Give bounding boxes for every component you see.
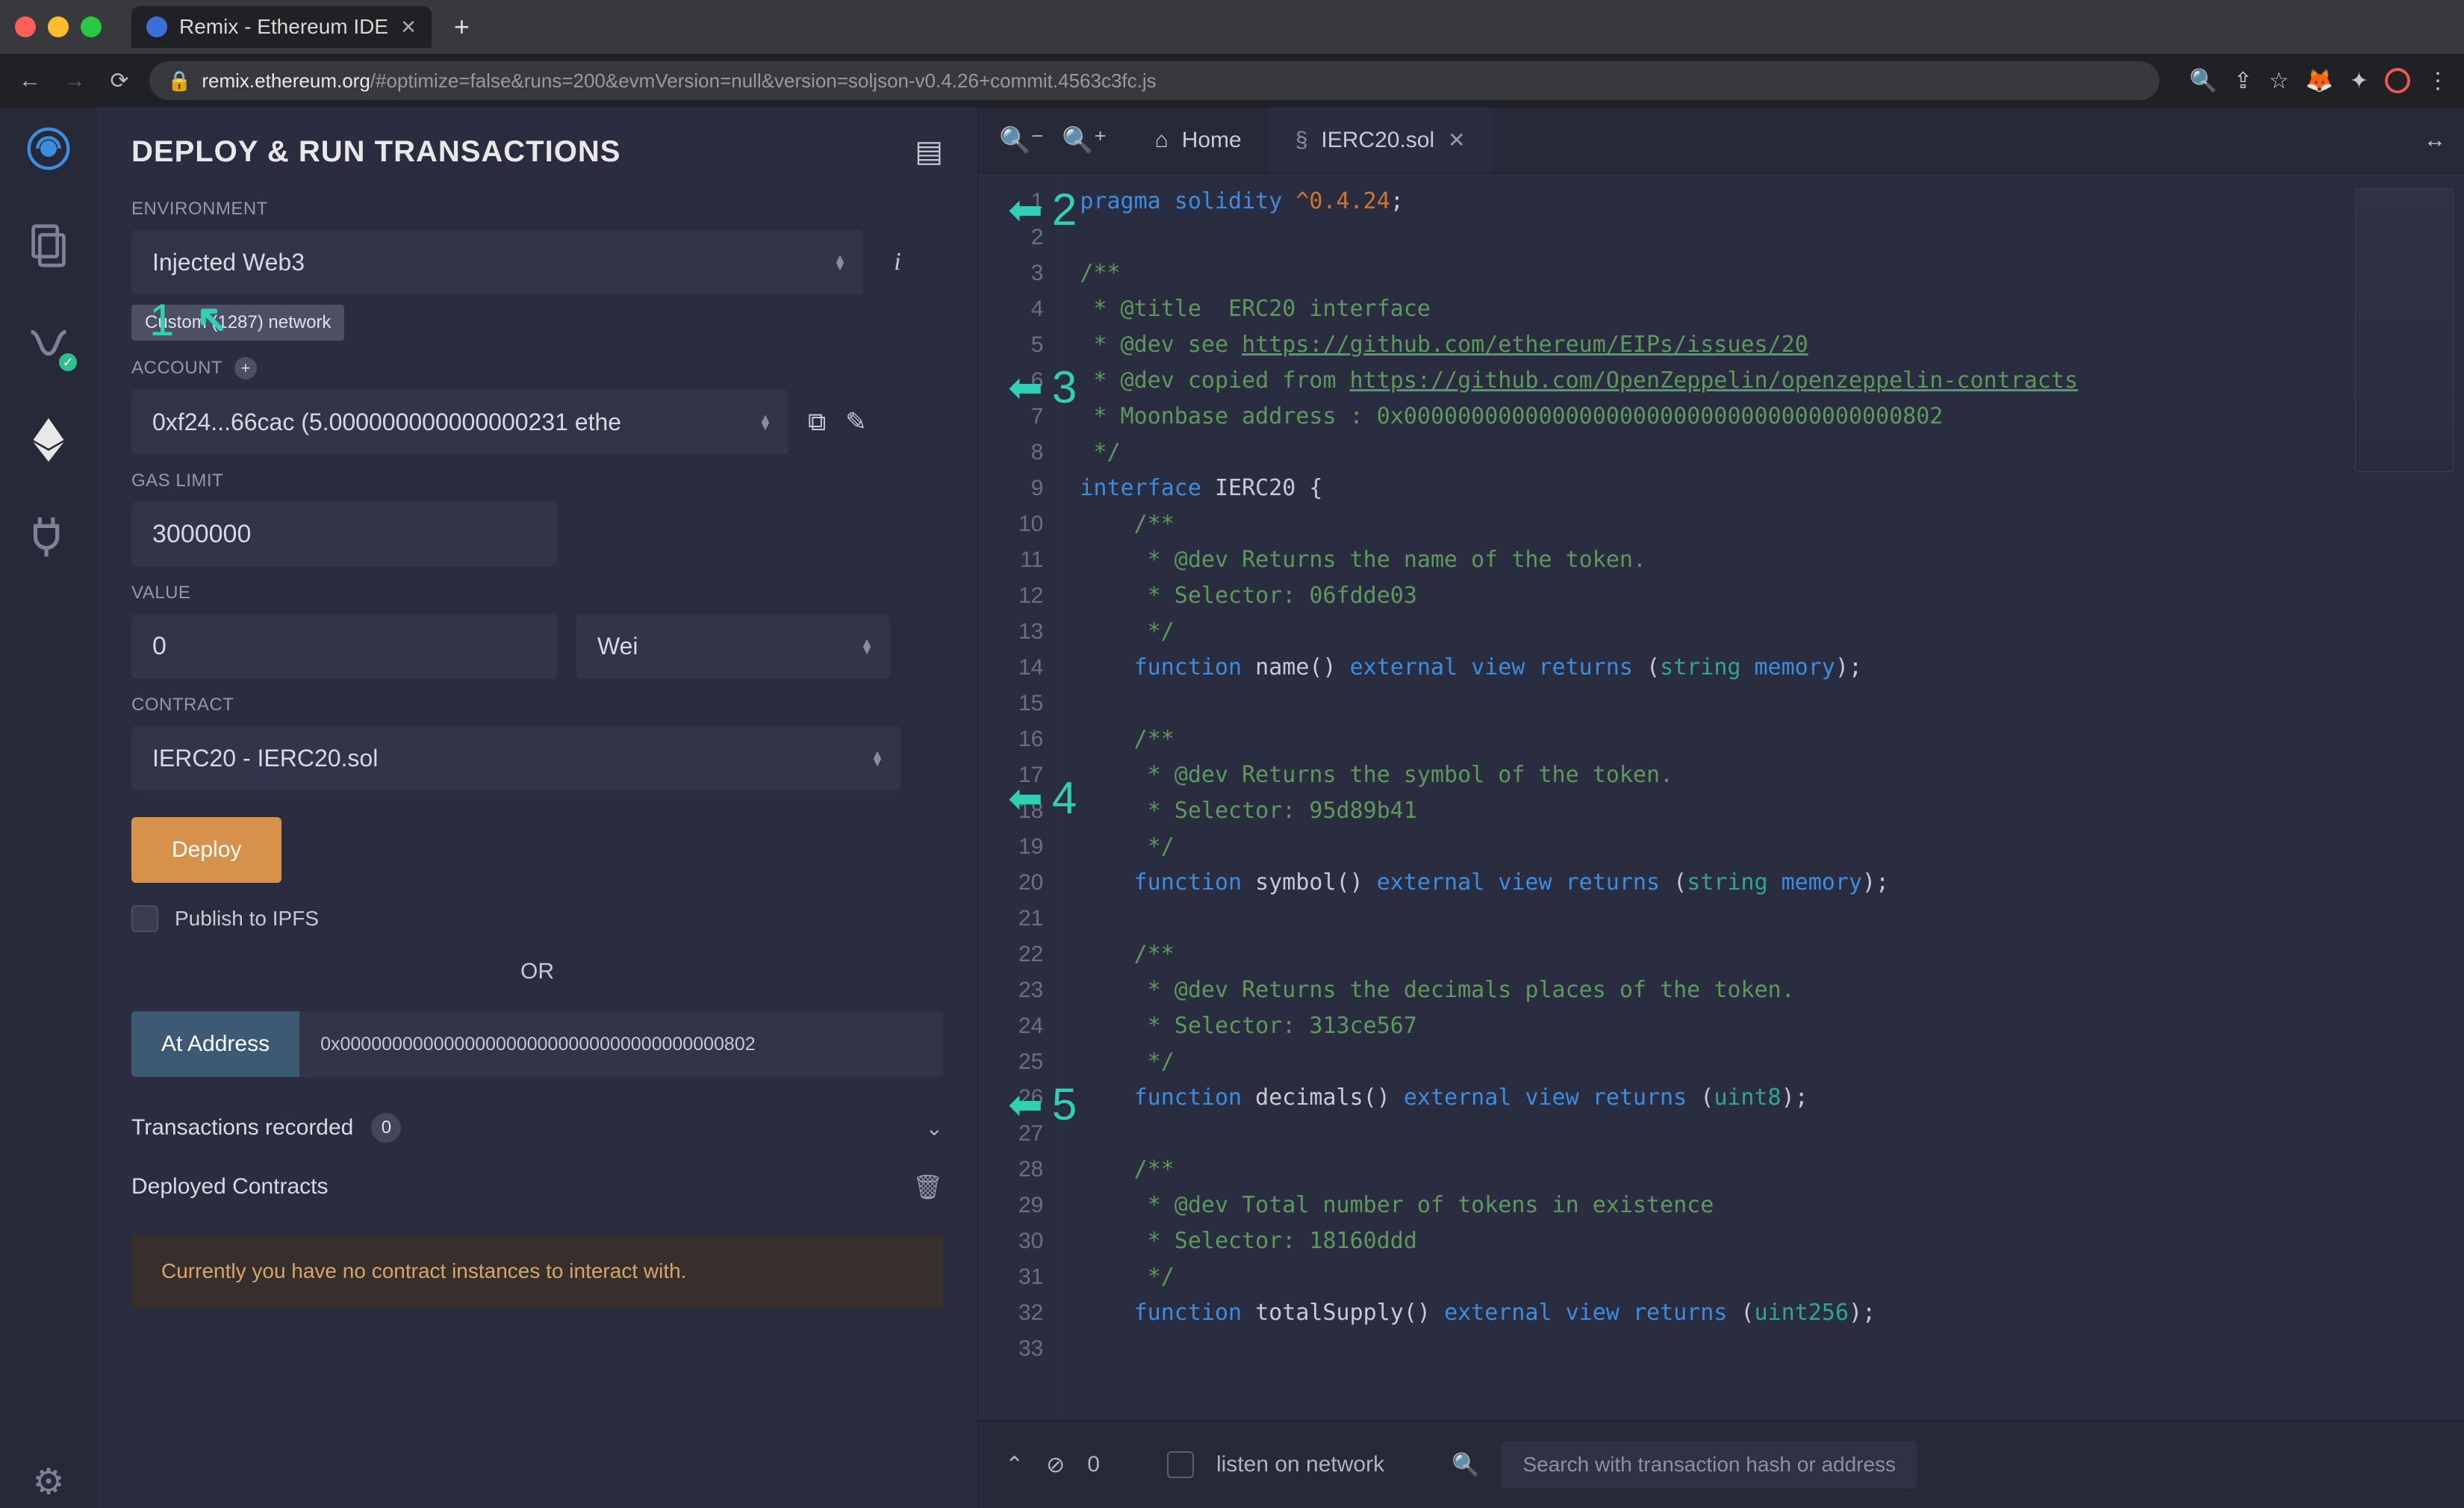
no-instances-notice: Currently you have no contract instances… — [131, 1234, 943, 1309]
close-window-icon[interactable] — [15, 16, 36, 37]
add-account-icon[interactable]: + — [234, 357, 257, 379]
copy-icon[interactable]: ⧉ — [808, 408, 826, 437]
network-badge: Custom (1287) network — [131, 305, 344, 341]
edit-icon[interactable]: ✎ — [845, 407, 867, 437]
compile-success-badge-icon: ✓ — [57, 351, 79, 373]
bookmark-icon[interactable]: ☆ — [2269, 68, 2289, 94]
window-controls — [15, 16, 102, 37]
account-label: ACCOUNT + — [131, 357, 943, 379]
or-divider: OR — [131, 959, 943, 984]
at-address-input[interactable]: 0x00000000000000000000000000000000000008… — [299, 1011, 943, 1077]
tab-title: Remix - Ethereum IDE — [179, 15, 388, 39]
profile-avatar-icon[interactable] — [2385, 68, 2410, 93]
deployed-contracts-label: Deployed Contracts — [131, 1174, 328, 1200]
gas-limit-input[interactable]: 3000000 — [131, 502, 557, 566]
expand-editor-icon[interactable]: ↔ — [2406, 128, 2464, 153]
value-unit-select[interactable]: Wei ▲▼ — [576, 614, 890, 678]
account-value: 0xf24...66cac (5.000000000000000231 ethe — [152, 409, 621, 436]
file-explorer-icon[interactable] — [22, 220, 75, 272]
zoom-out-icon[interactable]: 🔍⁻ — [999, 125, 1044, 155]
compiler-icon[interactable]: ✓ — [22, 317, 75, 369]
terminal-search[interactable]: Search with transaction hash or address — [1502, 1441, 1917, 1489]
browser-toolbar: ← → ⟳ 🔒 remix.ethereum.org /#optimize=fa… — [0, 54, 2464, 108]
extension-metamask-icon[interactable]: 🦊 — [2306, 68, 2333, 94]
favicon-icon — [146, 16, 167, 37]
zoom-in-icon[interactable]: 🔍⁺ — [1062, 125, 1107, 155]
minimize-window-icon[interactable] — [48, 16, 69, 37]
contract-label: CONTRACT — [131, 695, 943, 716]
chevron-down-icon[interactable]: ⌄ — [926, 1116, 943, 1141]
browser-tab-remix[interactable]: Remix - Ethereum IDE ✕ — [131, 6, 432, 48]
url-path: /#optimize=false&runs=200&evmVersion=nul… — [370, 69, 1157, 93]
install-icon[interactable]: ⇪ — [2233, 68, 2252, 94]
listen-label: listen on network — [1216, 1452, 1384, 1477]
environment-value: Injected Web3 — [152, 249, 305, 276]
tab-home[interactable]: ⌂ Home — [1128, 108, 1269, 173]
chevron-updown-icon: ▲▼ — [759, 415, 772, 429]
extensions-icon[interactable]: ✦ — [2350, 68, 2368, 94]
zoom-icon[interactable]: 🔍 — [2189, 68, 2217, 94]
trash-icon[interactable]: 🗑 — [912, 1173, 943, 1201]
account-select[interactable]: 0xf24...66cac (5.000000000000000231 ethe… — [131, 390, 788, 454]
code-editor[interactable]: pragma solidity ^0.4.24; /** * @title ER… — [1059, 173, 2345, 1420]
minimap[interactable] — [2345, 173, 2464, 1420]
forward-icon[interactable]: → — [60, 68, 90, 93]
tx-recorded-label: Transactions recorded — [131, 1115, 353, 1141]
chevron-updown-icon: ▲▼ — [860, 639, 874, 654]
info-icon[interactable]: i — [883, 248, 912, 276]
publish-ipfs-label: Publish to IPFS — [175, 907, 319, 931]
close-tab-icon[interactable]: ✕ — [400, 16, 417, 39]
chevron-updown-icon: ▲▼ — [833, 255, 847, 270]
deploy-run-icon[interactable] — [22, 414, 75, 466]
remix-logo-icon[interactable] — [22, 122, 75, 175]
contract-select[interactable]: IERC20 - IERC20.sol ▲▼ — [131, 726, 900, 790]
editor-area: 🔍⁻ 🔍⁺ ⌂ Home § IERC20.sol ✕ ↔ 1234567891… — [978, 108, 2464, 1508]
terminal-bar: ⌃ ⊘ 0 listen on network 🔍 Search with tr… — [978, 1420, 2464, 1508]
address-bar[interactable]: 🔒 remix.ethereum.org /#optimize=false&ru… — [149, 61, 2159, 100]
tab-ierc20[interactable]: § IERC20.sol ✕ — [1269, 108, 1493, 173]
lock-icon: 🔒 — [167, 69, 191, 93]
browser-tabstrip: Remix - Ethereum IDE ✕ + — [0, 0, 2464, 54]
deploy-panel: 1➜ DEPLOY & RUN TRANSACTIONS ▤ ENVIRONME… — [97, 108, 978, 1508]
menu-icon[interactable]: ⋮ — [2427, 68, 2449, 94]
editor-tabs: 🔍⁻ 🔍⁺ ⌂ Home § IERC20.sol ✕ ↔ — [978, 108, 2464, 173]
settings-icon[interactable]: ⚙ — [22, 1456, 75, 1508]
clear-icon[interactable]: ⊘ — [1046, 1452, 1065, 1478]
reload-icon[interactable]: ⟳ — [105, 68, 134, 94]
at-address-button[interactable]: At Address — [131, 1011, 299, 1077]
environment-label: ENVIRONMENT — [131, 199, 943, 220]
publish-ipfs-checkbox[interactable] — [131, 905, 158, 932]
browser-right-icons: 🔍 ⇪ ☆ 🦊 ✦ ⋮ — [2189, 68, 2449, 94]
back-icon[interactable]: ← — [15, 68, 45, 93]
home-icon: ⌂ — [1155, 128, 1169, 153]
url-host: remix.ethereum.org — [202, 69, 370, 93]
deploy-button[interactable]: Deploy — [131, 817, 281, 883]
docs-icon[interactable]: ▤ — [915, 134, 943, 169]
line-gutter: 1234567891011121314151617181920212223242… — [978, 173, 1059, 1420]
panel-title: DEPLOY & RUN TRANSACTIONS — [131, 135, 620, 169]
solidity-file-icon: § — [1295, 128, 1308, 153]
browser-tabs: Remix - Ethereum IDE ✕ + — [131, 6, 470, 48]
value-label: VALUE — [131, 583, 943, 603]
plugin-manager-icon[interactable] — [22, 511, 75, 563]
chevron-up-icon[interactable]: ⌃ — [1005, 1452, 1024, 1478]
new-tab-button[interactable]: + — [454, 11, 470, 43]
listen-checkbox[interactable] — [1167, 1451, 1194, 1478]
environment-select[interactable]: Injected Web3 ▲▼ — [131, 230, 863, 294]
maximize-window-icon[interactable] — [81, 16, 102, 37]
gas-limit-label: GAS LIMIT — [131, 471, 943, 491]
close-tab-icon[interactable]: ✕ — [1448, 128, 1465, 152]
tx-recorded-count: 0 — [371, 1113, 401, 1143]
pending-count: 0 — [1087, 1452, 1100, 1477]
value-input[interactable]: 0 — [131, 614, 557, 678]
plugin-rail: ✓ ⚙ — [0, 108, 97, 1508]
search-icon[interactable]: 🔍 — [1452, 1452, 1479, 1478]
chevron-updown-icon: ▲▼ — [871, 751, 884, 766]
